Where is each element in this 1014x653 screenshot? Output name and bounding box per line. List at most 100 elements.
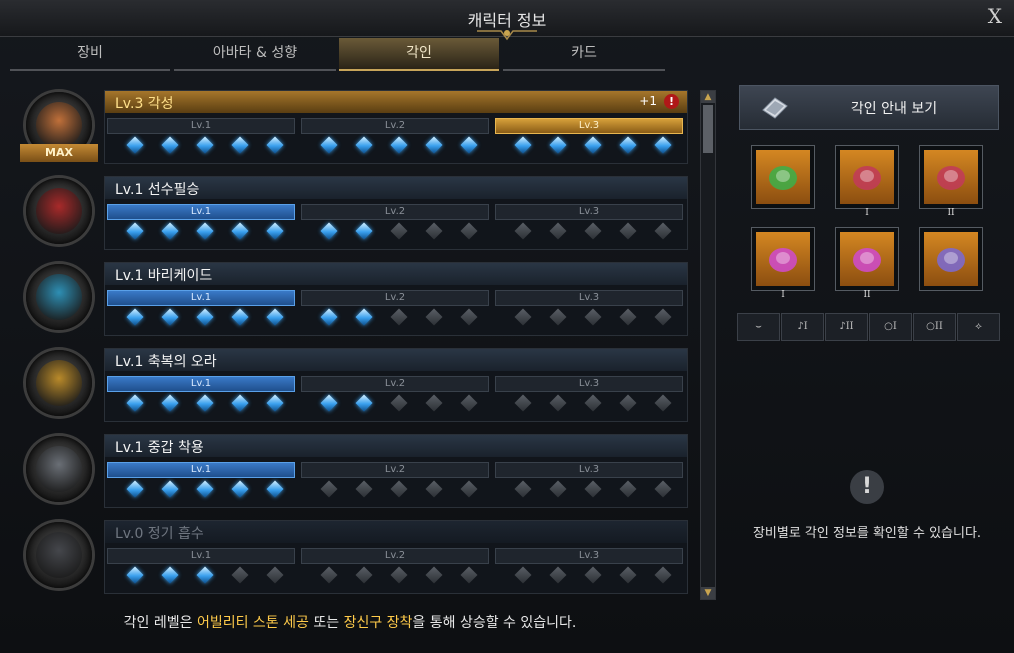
ring-icon [756,232,810,286]
scroll-down-button[interactable]: ▼ [701,587,715,599]
level-segment: Lv.2 [301,462,489,478]
engraving-row[interactable]: MAX Lv.3 각성 +1! Lv.1 Lv.2 Lv.3 [20,88,688,164]
engraving-gem-icon [196,136,214,154]
engraving-row[interactable]: Lv.1 바리케이드 Lv.1 Lv.2 Lv.3 [20,260,688,336]
slot-numeral: I [865,208,869,218]
footer-text-suffix: 을 통해 상승할 수 있습니다. [412,615,577,631]
engraving-gem-icon [266,308,284,326]
level-segment: Lv.1 [107,376,295,392]
level-segment: Lv.1 [107,462,295,478]
engraving-gem-icon [584,136,602,154]
tab-equipment[interactable]: 장비 [10,38,170,71]
engraving-gem-icon [231,480,249,498]
level-segment: Lv.3 [495,118,683,134]
engraving-guide-button[interactable]: 각인 안내 보기 [739,85,999,130]
guide-button-label: 각인 안내 보기 [850,101,938,117]
level-segment: Lv.2 [301,204,489,220]
engraving-gem-icon [549,394,567,412]
engraving-row[interactable]: Lv.0 정기 흡수 Lv.1 Lv.2 Lv.3 [20,518,688,594]
level-segment: Lv.1 [107,548,295,564]
tab-card[interactable]: 카드 [503,38,665,71]
alert-icon[interactable]: ! [664,94,679,109]
engraving-gem-icon [425,136,443,154]
equipment-slot[interactable] [751,145,815,209]
engraving-detail: Lv.0 정기 흡수 Lv.1 Lv.2 Lv.3 [104,520,688,594]
close-button[interactable]: X [988,4,1002,28]
engraving-detail: Lv.1 축복의 오라 Lv.1 Lv.2 Lv.3 [104,348,688,422]
engraving-detail: Lv.1 선수필승 Lv.1 Lv.2 Lv.3 [104,176,688,250]
engraving-gem-icon [126,480,144,498]
engraving-icon [20,518,100,594]
filter-button[interactable]: ○II [913,313,956,341]
equipment-slot[interactable]: I [751,227,815,300]
engraving-name: Lv.1 중갑 착용 [115,440,204,456]
engraving-gem-icon [390,394,408,412]
engraving-emblem [36,274,82,320]
engraving-header: Lv.3 각성 +1! [105,91,687,113]
level-segment: Lv.1 [107,118,295,134]
scrollbar[interactable]: ▲ ▼ [700,90,716,600]
engraving-gem-icon [161,222,179,240]
level-segment: Lv.2 [301,118,489,134]
ability-stone-icon [924,232,978,286]
engraving-gem-icon [584,222,602,240]
earring-icon [840,150,894,204]
engraving-gem-icon [549,222,567,240]
scroll-up-button[interactable]: ▲ [701,91,715,103]
engraving-gem-icon [126,566,144,584]
level-segment: Lv.2 [301,548,489,564]
engraving-row[interactable]: Lv.1 축복의 오라 Lv.1 Lv.2 Lv.3 [20,346,688,422]
engraving-gem-icon [320,222,338,240]
engraving-header: Lv.0 정기 흡수 [105,521,687,543]
engraving-gem-icon [514,394,532,412]
engraving-row[interactable]: Lv.1 선수필승 Lv.1 Lv.2 Lv.3 [20,174,688,250]
engraving-gem-icon [126,136,144,154]
equipment-slot[interactable]: I [835,145,899,218]
engraving-gem-icon [460,394,478,412]
level-segment: Lv.2 [301,376,489,392]
ring-filter-icon: ○ [926,321,935,332]
engraving-gem-icon [355,222,373,240]
engraving-gem-icon [425,308,443,326]
filter-numeral: I [803,321,808,332]
scroll-thumb[interactable] [703,105,713,153]
engraving-header: Lv.1 바리케이드 [105,263,687,285]
filter-numeral: I [892,321,897,332]
equipment-slot[interactable]: II [919,145,983,218]
engraving-gem-icon [266,566,284,584]
equipment-slot[interactable] [919,227,983,291]
filter-button[interactable]: ♪II [825,313,868,341]
filter-button[interactable]: ⟡ [957,313,1000,341]
engraving-gem-icon [266,136,284,154]
engraving-gem-icon [514,308,532,326]
engraving-gem-icon [355,136,373,154]
bonus-value: +1 [639,94,657,108]
filter-numeral: II [934,321,943,332]
engraving-row[interactable]: Lv.1 중갑 착용 Lv.1 Lv.2 Lv.3 [20,432,688,508]
filter-button[interactable]: ○I [869,313,912,341]
engraving-gem-icon [390,480,408,498]
engraving-gem-icon [161,394,179,412]
filter-button[interactable]: ⌣ [737,313,780,341]
ring-filter-icon: ○ [884,321,893,332]
engraving-detail: Lv.3 각성 +1! Lv.1 Lv.2 Lv.3 [104,90,688,164]
equipment-filter-bar: ⌣ ♪I ♪II ○I ○II ⟡ [737,313,1000,341]
filter-button[interactable]: ♪I [781,313,824,341]
engraving-gem-icon [584,308,602,326]
book-icon [762,97,788,119]
engraving-gem-icon [196,222,214,240]
engraving-name: Lv.1 바리케이드 [115,268,213,284]
tab-bar: 장비 아바타 & 성향 각인 카드 [10,38,665,71]
engraving-gem-icon [460,480,478,498]
tab-avatar[interactable]: 아바타 & 성향 [174,38,336,71]
engraving-icon [20,260,100,336]
engraving-icon: MAX [20,88,100,164]
footer-text-prefix: 각인 레벨은 [123,615,197,631]
engraving-name: Lv.1 선수필승 [115,182,200,198]
tab-engraving[interactable]: 각인 [339,38,499,71]
engraving-gem-icon [654,394,672,412]
engraving-gem-icon [355,308,373,326]
engraving-gem-icon [126,394,144,412]
equipment-slot[interactable]: II [835,227,899,300]
engraving-detail: Lv.1 중갑 착용 Lv.1 Lv.2 Lv.3 [104,434,688,508]
